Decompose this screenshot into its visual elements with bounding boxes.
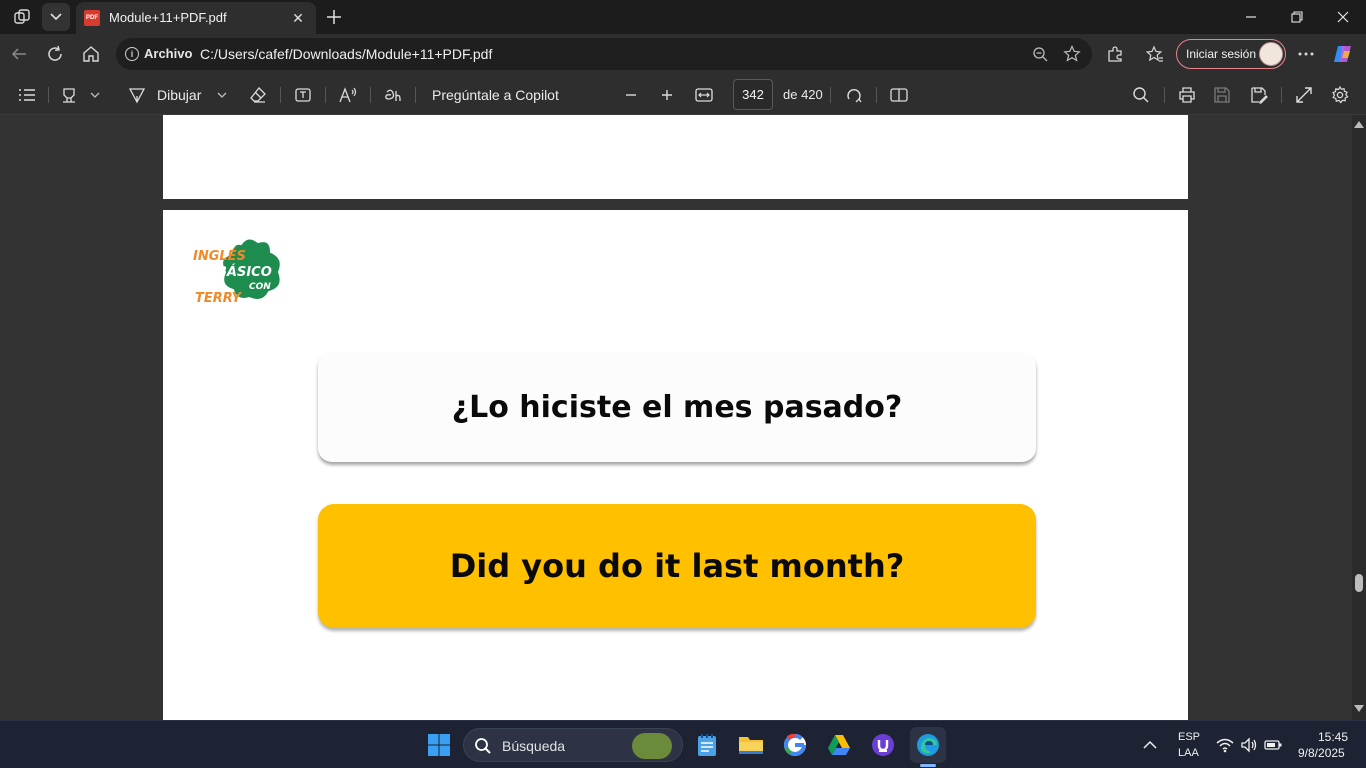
toolbar-divider bbox=[48, 87, 49, 103]
pdf-file-icon: PDF bbox=[84, 10, 100, 26]
windows-start-icon[interactable] bbox=[421, 727, 457, 763]
scroll-up-icon[interactable] bbox=[1354, 121, 1364, 128]
page-view-icon[interactable] bbox=[886, 82, 912, 108]
zoom-in-icon[interactable] bbox=[654, 82, 680, 108]
page-total-label: de 420 bbox=[783, 87, 823, 102]
search-icon[interactable] bbox=[1128, 82, 1154, 108]
vertical-scrollbar[interactable] bbox=[1352, 115, 1366, 720]
scroll-down-icon[interactable] bbox=[1354, 705, 1364, 712]
save-icon[interactable] bbox=[1209, 82, 1235, 108]
toolbar-divider bbox=[1164, 87, 1165, 103]
home-icon[interactable] bbox=[76, 39, 106, 69]
tab-close-icon[interactable]: ✕ bbox=[288, 8, 308, 28]
page-number-input[interactable]: 342 bbox=[733, 79, 773, 110]
address-bar[interactable]: i Archivo C:/Users/cafef/Downloads/Modul… bbox=[116, 38, 1092, 70]
draw-label[interactable]: Dibujar bbox=[157, 87, 201, 103]
clock-time[interactable]: 15:45 bbox=[1318, 730, 1348, 744]
print-icon[interactable] bbox=[1174, 82, 1200, 108]
text-box-icon[interactable] bbox=[290, 82, 316, 108]
pdf-viewer[interactable]: INGLÉS BÁSICO CON TERRY ¿Lo hiciste el m… bbox=[0, 115, 1366, 720]
signin-label: Iniciar sesión bbox=[1186, 47, 1257, 61]
draw-icon[interactable] bbox=[124, 82, 150, 108]
google-chrome-icon[interactable] bbox=[777, 727, 813, 763]
highlight-dropdown-icon[interactable] bbox=[82, 82, 108, 108]
draw-dropdown-icon[interactable] bbox=[209, 82, 235, 108]
notepad-icon[interactable] bbox=[689, 727, 725, 763]
more-options-icon[interactable] bbox=[1291, 39, 1321, 69]
input-layout[interactable]: LAA bbox=[1178, 747, 1199, 759]
extensions-icon[interactable] bbox=[1100, 39, 1130, 69]
copilot-icon[interactable] bbox=[1328, 39, 1358, 69]
svg-text:TERRY: TERRY bbox=[195, 291, 243, 306]
svg-text:BÁSICO: BÁSICO bbox=[217, 264, 272, 280]
settings-gear-icon[interactable] bbox=[1327, 82, 1353, 108]
address-scheme: Archivo bbox=[144, 46, 193, 61]
back-icon[interactable] bbox=[4, 39, 34, 69]
new-tab-icon[interactable] bbox=[320, 3, 348, 31]
address-row: i Archivo C:/Users/cafef/Downloads/Modul… bbox=[0, 34, 1366, 74]
taskbar: Búsqueda ESP LAA 15:45 9/8/2025 bbox=[0, 720, 1366, 768]
scrollbar-thumb[interactable] bbox=[1355, 574, 1363, 592]
volume-icon[interactable] bbox=[1239, 735, 1259, 755]
zoom-icon[interactable] bbox=[1028, 42, 1052, 66]
search-highlight-image bbox=[632, 733, 672, 759]
minimize-icon[interactable] bbox=[1228, 0, 1274, 34]
info-icon[interactable]: i bbox=[125, 47, 139, 61]
answer-text: Did you do it last month? bbox=[449, 547, 905, 585]
translate-icon[interactable] bbox=[380, 82, 406, 108]
tab-pdf[interactable]: PDF Module+11+PDF.pdf ✕ bbox=[76, 2, 316, 34]
edge-browser-icon[interactable] bbox=[910, 727, 946, 763]
search-placeholder: Búsqueda bbox=[502, 738, 566, 754]
svg-text:INGLÉS: INGLÉS bbox=[193, 248, 246, 264]
title-bar: PDF Module+11+PDF.pdf ✕ bbox=[0, 0, 1366, 34]
toolbar-divider bbox=[876, 87, 877, 103]
file-explorer-icon[interactable] bbox=[733, 727, 769, 763]
toolbar-divider bbox=[415, 87, 416, 103]
toolbar-divider bbox=[830, 87, 831, 103]
wifi-icon[interactable] bbox=[1215, 735, 1235, 755]
pdf-page-current: INGLÉS BÁSICO CON TERRY ¿Lo hiciste el m… bbox=[163, 210, 1188, 720]
zoom-out-icon[interactable] bbox=[618, 82, 644, 108]
restore-icon[interactable] bbox=[1274, 0, 1320, 34]
contents-list-icon[interactable] bbox=[14, 82, 40, 108]
pdf-page-previous bbox=[163, 115, 1188, 199]
address-url[interactable]: C:/Users/cafef/Downloads/Module+11+PDF.p… bbox=[200, 46, 492, 62]
tab-title: Module+11+PDF.pdf bbox=[109, 10, 227, 25]
toolbar-divider bbox=[280, 87, 281, 103]
question-text: ¿Lo hiciste el mes pasado? bbox=[451, 389, 903, 425]
eraser-icon[interactable] bbox=[245, 82, 271, 108]
google-drive-icon[interactable] bbox=[821, 727, 857, 763]
favorites-icon[interactable] bbox=[1140, 39, 1170, 69]
toolbar-divider bbox=[370, 87, 371, 103]
input-language[interactable]: ESP bbox=[1178, 731, 1200, 743]
workspaces-icon[interactable] bbox=[8, 3, 36, 31]
save-as-icon[interactable] bbox=[1246, 82, 1272, 108]
highlight-icon[interactable] bbox=[56, 82, 82, 108]
clock-date[interactable]: 9/8/2025 bbox=[1298, 746, 1345, 760]
refresh-icon[interactable] bbox=[40, 39, 70, 69]
ingles-basico-logo: INGLÉS BÁSICO CON TERRY bbox=[193, 237, 282, 306]
toolbar-divider bbox=[325, 87, 326, 103]
tab-list-icon[interactable] bbox=[42, 3, 70, 31]
question-card: ¿Lo hiciste el mes pasado? bbox=[318, 352, 1036, 462]
search-icon bbox=[475, 738, 491, 754]
copilot-ask-label[interactable]: Pregúntale a Copilot bbox=[432, 87, 559, 103]
read-aloud-icon[interactable] bbox=[335, 82, 361, 108]
rotate-icon[interactable] bbox=[841, 82, 867, 108]
fullscreen-icon[interactable] bbox=[1291, 82, 1317, 108]
show-hidden-icons-chevron-up-icon[interactable] bbox=[1140, 735, 1160, 755]
favorite-star-icon[interactable] bbox=[1060, 42, 1084, 66]
pdf-toolbar: Dibujar Pregúntale a Copilot 342 de 420 bbox=[0, 74, 1366, 115]
avatar bbox=[1259, 42, 1283, 66]
active-app-indicator bbox=[920, 764, 936, 767]
svg-text:CON: CON bbox=[249, 282, 271, 292]
toolbar-divider bbox=[1281, 87, 1282, 103]
answer-card: Did you do it last month? bbox=[318, 504, 1036, 628]
close-window-icon[interactable] bbox=[1320, 0, 1366, 34]
battery-icon[interactable] bbox=[1263, 735, 1283, 755]
u-app-icon[interactable] bbox=[865, 727, 901, 763]
signin-button[interactable]: Iniciar sesión bbox=[1176, 39, 1286, 69]
fit-width-icon[interactable] bbox=[691, 82, 717, 108]
taskbar-search[interactable]: Búsqueda bbox=[463, 728, 683, 762]
